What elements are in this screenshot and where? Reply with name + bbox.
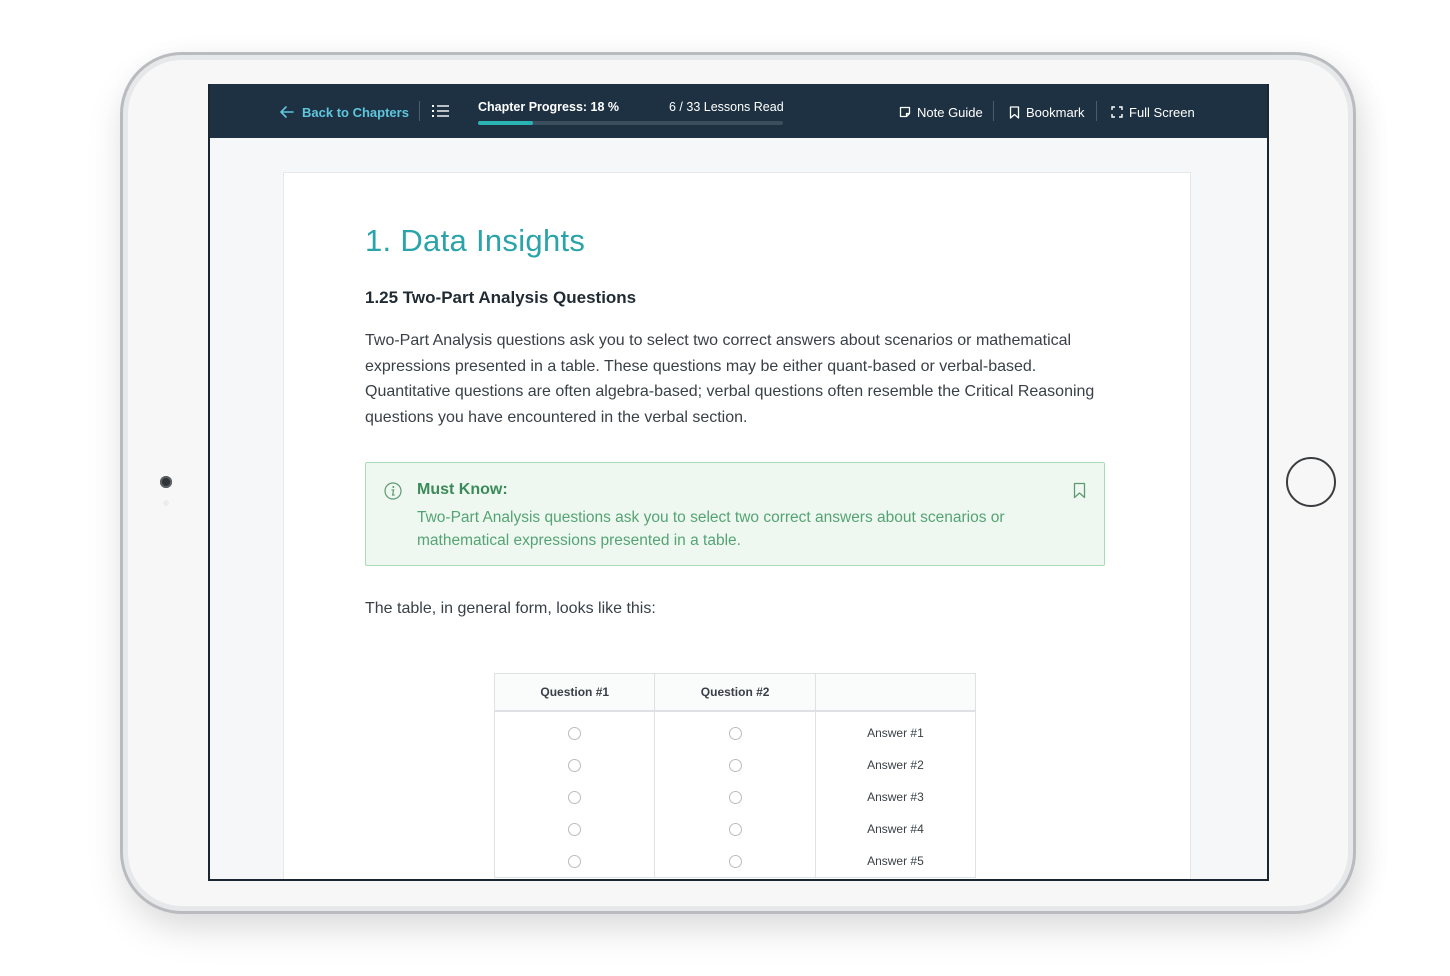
must-know-text: Two-Part Analysis questions ask you to s… [417, 509, 1005, 549]
answer-label: Answer #1 [814, 711, 977, 749]
must-know-callout: Must Know: Two-Part Analysis questions a… [365, 462, 1105, 566]
expand-icon [1111, 106, 1123, 118]
lesson-content: 1. Data Insights 1.25 Two-Part Analysis … [283, 172, 1191, 879]
radio-button[interactable] [568, 823, 582, 837]
back-to-chapters-link[interactable]: Back to Chapters [280, 103, 409, 121]
answer-label: Answer #2 [814, 749, 977, 781]
lesson-body-text: Two-Part Analysis questions ask you to s… [365, 332, 1095, 427]
radio-button[interactable] [728, 791, 742, 805]
chapter-progress-bar [478, 121, 783, 125]
radio-button[interactable] [728, 823, 742, 837]
info-icon [384, 482, 402, 500]
tablet-screen: Back to Chapters Chapter Progress: 18 % … [208, 84, 1269, 881]
must-know-title: Must Know: [417, 481, 508, 498]
radio-button[interactable] [728, 759, 742, 773]
radio-button[interactable] [728, 855, 742, 869]
radio-button[interactable] [568, 855, 582, 869]
bookmark-label: Bookmark [1026, 104, 1085, 120]
answer-label: Answer #4 [814, 813, 977, 845]
table-row: Answer #4 [493, 813, 977, 845]
ambient-sensor [163, 500, 169, 506]
top-toolbar: Back to Chapters Chapter Progress: 18 % … [210, 84, 1267, 138]
table-intro-text: The table, in general form, looks like t… [365, 600, 656, 617]
column-header: Question #1 [493, 673, 656, 712]
radio-button[interactable] [568, 759, 582, 773]
table-row: Answer #1 [493, 711, 977, 749]
arrow-left-icon [280, 106, 294, 118]
note-icon [899, 106, 911, 118]
section-title: 1.25 Two-Part Analysis Questions [365, 288, 637, 307]
two-part-table: Question #1 Question #2 Answer #1 Answer… [493, 673, 977, 878]
bookmark-icon[interactable] [1073, 482, 1086, 499]
chapter-progress-label: Chapter Progress: 18 % [478, 100, 620, 114]
table-header-row: Question #1 Question #2 [493, 673, 977, 712]
answer-label: Answer #3 [814, 781, 977, 813]
column-header [814, 673, 977, 712]
full-screen-button[interactable]: Full Screen [1111, 104, 1195, 120]
note-guide-button[interactable]: Note Guide [899, 104, 983, 120]
front-camera [160, 476, 172, 488]
chapter-title: 1. Data Insights [365, 223, 586, 258]
note-guide-label: Note Guide [917, 104, 983, 120]
answer-label: Answer #5 [814, 845, 977, 878]
divider [993, 101, 994, 121]
home-button[interactable] [1286, 457, 1336, 507]
divider [1096, 101, 1097, 121]
radio-button[interactable] [728, 727, 742, 741]
bookmark-button[interactable]: Bookmark [1009, 104, 1085, 120]
table-row: Answer #5 [493, 845, 977, 878]
radio-button[interactable] [568, 727, 582, 741]
table-row: Answer #3 [493, 781, 977, 813]
bookmark-icon [1009, 105, 1020, 119]
full-screen-label: Full Screen [1129, 104, 1195, 120]
column-header: Question #2 [654, 673, 816, 712]
chapter-progress-fill [478, 121, 533, 125]
lessons-read-count: 6 / 33 Lessons Read [669, 100, 784, 114]
radio-button[interactable] [568, 791, 582, 805]
table-row: Answer #2 [493, 749, 977, 781]
back-label: Back to Chapters [302, 104, 409, 120]
divider [419, 101, 420, 121]
list-icon[interactable] [432, 104, 449, 118]
